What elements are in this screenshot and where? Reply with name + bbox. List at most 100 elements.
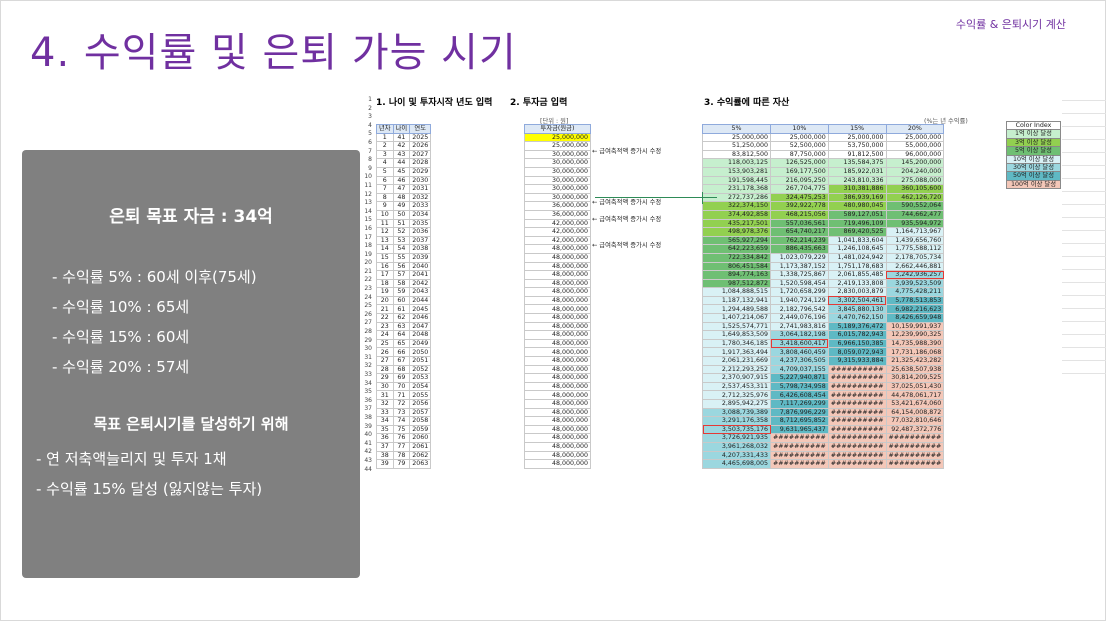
- row-number: 24: [364, 293, 372, 301]
- cell: 92,487,372,776: [885, 424, 945, 435]
- cell: 2057: [409, 407, 432, 418]
- cell: 23: [376, 321, 394, 332]
- cell: ##########: [770, 441, 829, 452]
- table-row: 48,000,000: [524, 433, 591, 443]
- table-row: 987,512,872 1,520,598,454 2,419,133,808 3,9…: [702, 278, 945, 289]
- cell: 3: [376, 149, 394, 160]
- cell: 42,000,000: [524, 227, 591, 237]
- cell: 6,966,150,385: [827, 338, 887, 349]
- table-row: 30 70 2054: [376, 381, 432, 392]
- cell: 1,481,024,942: [827, 252, 887, 263]
- corner-note: 수익률 & 은퇴시기 계산: [955, 18, 1066, 31]
- table-row: 19 59 2043: [376, 287, 432, 297]
- table-row: 31 71 2055: [376, 390, 432, 400]
- table-row: 30,000,000: [524, 158, 591, 168]
- cell: 48,000,000: [524, 304, 591, 315]
- cell: 2030: [409, 175, 432, 186]
- table-row: 48,000,000: [524, 459, 591, 469]
- cell: 267,704,775: [770, 184, 829, 194]
- cell: 33: [376, 407, 394, 418]
- table-row: 48,000,000: [524, 304, 591, 315]
- cell: 9: [376, 201, 394, 211]
- cell: 18: [376, 278, 394, 289]
- cell: 83,812,500: [702, 149, 771, 160]
- cell: 2028: [409, 158, 432, 168]
- header-cell: 년차: [376, 124, 394, 134]
- cell: 1,023,079,229: [770, 252, 829, 263]
- cell: 76: [392, 433, 411, 443]
- rate-item: - 수익률 5% : 60세 이후(75세): [52, 268, 257, 286]
- cell: 3,939,523,509: [885, 278, 945, 289]
- legend-item: 3억 이상 달성: [1006, 137, 1061, 148]
- table-row: 2,061,231,669 4,237,306,505 9,315,933,884 2…: [702, 356, 945, 366]
- cell: 48,000,000: [524, 244, 591, 254]
- cell: 1,940,724,129: [770, 295, 829, 306]
- table-row: 48,000,000: [524, 252, 591, 263]
- cell: 75: [392, 424, 411, 435]
- cell: 21,325,423,282: [885, 356, 945, 366]
- cell: 48,000,000: [524, 407, 591, 418]
- cell: 2051: [409, 356, 432, 366]
- table-row: 894,774,163 1,338,725,867 2,061,855,485 3,2…: [702, 270, 945, 280]
- connector-line: [595, 197, 717, 198]
- cell: 48,000,000: [524, 252, 591, 263]
- cell: ##########: [885, 441, 945, 452]
- cell: 30,000,000: [524, 166, 591, 177]
- cell: 42: [392, 141, 411, 151]
- cell: 2034: [409, 209, 432, 220]
- table-row: 48,000,000: [524, 287, 591, 297]
- cell: 38: [376, 450, 394, 461]
- table-row: 48,000,000: [524, 244, 591, 254]
- cell: 3,088,739,389: [702, 407, 771, 418]
- cell: 869,420,525: [827, 227, 887, 237]
- table-row: 153,903,281 169,177,500 185,922,031 204,240…: [702, 166, 945, 177]
- legend-item: 30억 이상 달성: [1006, 163, 1061, 173]
- cell: 77,032,810,646: [885, 416, 945, 426]
- cell: 1: [376, 132, 394, 143]
- row-number: 17: [364, 233, 372, 241]
- cell: 4,775,428,211: [885, 287, 945, 297]
- cell: ##########: [770, 433, 829, 443]
- spreadsheet-image: 1. 나이 및 투자시작 년도 입력 2. 투자금 입력 3. 수익률에 따른 …: [364, 88, 1102, 478]
- row-number: 44: [364, 465, 372, 473]
- table-row: 231,178,368 267,704,775 310,381,886 360,105…: [702, 184, 945, 194]
- cell: 2050: [409, 347, 432, 358]
- cell: 6,015,782,943: [827, 330, 887, 340]
- cell: 36,000,000: [524, 201, 591, 211]
- table-row: 1,187,132,941 1,940,724,129 3,302,504,461 5…: [702, 295, 945, 306]
- cell: 1,407,214,067: [702, 313, 771, 323]
- row-number: 19: [364, 250, 372, 258]
- cell: 744,662,477: [885, 209, 945, 220]
- header-cell: 5%: [702, 124, 771, 134]
- legend-item: 10억 이상 달성: [1006, 154, 1061, 165]
- cell: 65: [392, 338, 411, 349]
- row-number: 40: [364, 431, 372, 439]
- cell: 16: [376, 261, 394, 272]
- cell: 3,845,880,130: [827, 304, 887, 315]
- cell: 2060: [409, 433, 432, 443]
- cell: 66: [392, 347, 411, 358]
- cell: 12,239,990,325: [885, 330, 945, 340]
- table-row: 3,961,268,032 ########## ########## #######…: [702, 441, 945, 452]
- table-row: 12 52 2036: [376, 227, 432, 237]
- cell: 374,492,858: [702, 209, 771, 220]
- cell: 44,478,061,717: [885, 390, 945, 400]
- cell: 28: [376, 364, 394, 375]
- cell: 2031: [409, 184, 432, 194]
- table-row: 48,000,000: [524, 295, 591, 306]
- table-row: 48,000,000: [524, 313, 591, 323]
- table-row: 42,000,000: [524, 227, 591, 237]
- table-row: 34 74 2058: [376, 416, 432, 426]
- cell: 39: [376, 459, 394, 469]
- cell: 30,000,000: [524, 192, 591, 203]
- cell: 53: [392, 235, 411, 246]
- cell: 48,000,000: [524, 459, 591, 469]
- table-row: 7 47 2031: [376, 184, 432, 194]
- cell: 60: [392, 295, 411, 306]
- cell: 25,000,000: [885, 132, 945, 143]
- cell: ##########: [827, 390, 887, 400]
- increase-note: ← 급여축적액 증가시 수정: [592, 199, 662, 207]
- cell: 72: [392, 399, 411, 409]
- cell: 48,000,000: [524, 338, 591, 349]
- cell: 30,000,000: [524, 158, 591, 168]
